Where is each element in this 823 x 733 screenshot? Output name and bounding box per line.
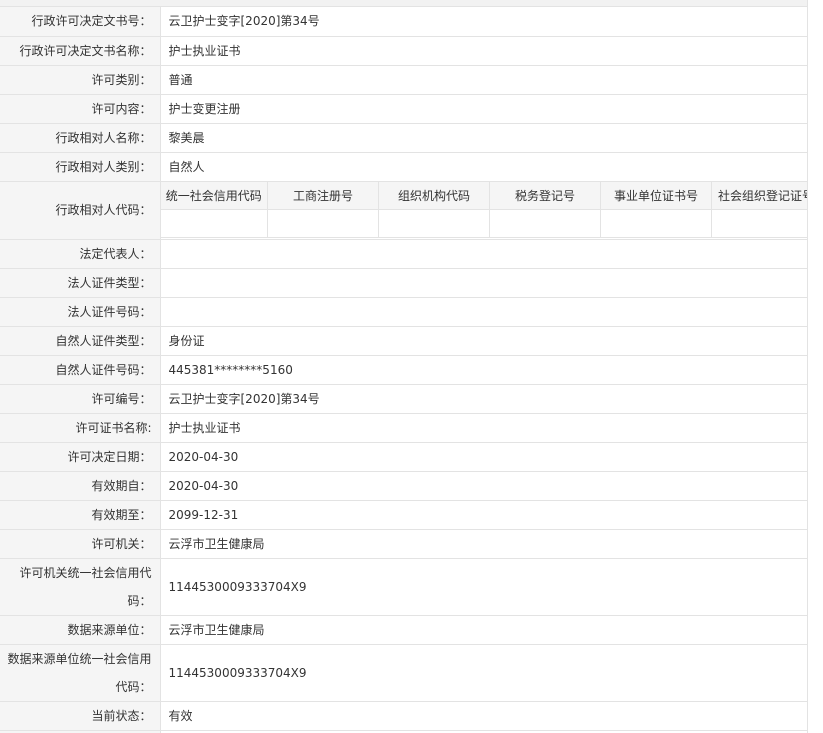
value-person-id-number: 445381********5160 <box>160 355 807 385</box>
row-party-type: 行政相对人类别： 自然人 <box>0 152 807 182</box>
value-authority-credit-code: 1144530009333704X9 <box>160 558 807 616</box>
row-valid-from: 有效期自： 2020-04-30 <box>0 471 807 501</box>
value-business-reg <box>267 209 379 238</box>
label-person-id-type: 自然人证件类型： <box>0 326 161 356</box>
value-certificate-name: 护士执业证书 <box>160 413 807 443</box>
label-legal-id-type: 法人证件类型： <box>0 268 161 298</box>
value-valid-to: 2099-12-31 <box>160 500 807 530</box>
label-party-code: 行政相对人代码： <box>0 181 161 240</box>
value-tax-reg <box>489 209 601 238</box>
header-social-org-cert: 社会组织登记证号 <box>711 181 807 210</box>
label-valid-to: 有效期至： <box>0 500 161 530</box>
value-org-code <box>378 209 490 238</box>
party-code-cell: 统一社会信用代码 工商注册号 组织机构代码 税务登记号 事业单位证书号 社会组织… <box>160 181 807 240</box>
value-source-unit: 云浮市卫生健康局 <box>160 615 807 645</box>
value-legal-id-number <box>160 297 807 327</box>
row-legal-id-number: 法人证件号码： <box>0 297 807 327</box>
party-code-table: 统一社会信用代码 工商注册号 组织机构代码 税务登记号 事业单位证书号 社会组织… <box>160 181 807 238</box>
header-org-code: 组织机构代码 <box>378 181 490 210</box>
value-institution-cert <box>600 209 712 238</box>
value-issuing-authority: 云浮市卫生健康局 <box>160 529 807 559</box>
label-party-name: 行政相对人名称： <box>0 123 161 153</box>
license-info-table: 行政许可决定文书号： 云卫护士变字[2020]第34号 行政许可决定文书名称： … <box>0 7 807 733</box>
value-decision-date: 2020-04-30 <box>160 442 807 472</box>
label-person-id-number: 自然人证件号码： <box>0 355 161 385</box>
value-source-credit-code: 1144530009333704X9 <box>160 644 807 702</box>
label-license-content: 许可内容： <box>0 94 161 124</box>
value-license-content: 护士变更注册 <box>160 94 807 124</box>
label-source-unit: 数据来源单位： <box>0 615 161 645</box>
header-tax-reg: 税务登记号 <box>489 181 601 210</box>
row-decision-date: 许可决定日期： 2020-04-30 <box>0 442 807 472</box>
label-decision-name: 行政许可决定文书名称： <box>0 36 161 66</box>
value-decision-name: 护士执业证书 <box>160 36 807 66</box>
label-certificate-name: 许可证书名称: <box>0 413 161 443</box>
label-party-type: 行政相对人类别： <box>0 152 161 182</box>
header-credit-code: 统一社会信用代码 <box>160 181 268 210</box>
value-license-number: 云卫护士变字[2020]第34号 <box>160 384 807 414</box>
value-valid-from: 2020-04-30 <box>160 471 807 501</box>
license-detail-panel: 行政许可决定文书号： 云卫护士变字[2020]第34号 行政许可决定文书名称： … <box>0 0 808 733</box>
party-code-header-row: 统一社会信用代码 工商注册号 组织机构代码 税务登记号 事业单位证书号 社会组织… <box>160 181 807 210</box>
row-valid-to: 有效期至： 2099-12-31 <box>0 500 807 530</box>
value-license-category: 普通 <box>160 65 807 95</box>
label-decision-number: 行政许可决定文书号： <box>0 7 161 37</box>
label-license-category: 许可类别： <box>0 65 161 95</box>
row-party-code: 行政相对人代码： 统一社会信用代码 工商注册号 组织机构代码 税务登记号 事业单… <box>0 181 807 240</box>
row-current-status: 当前状态： 有效 <box>0 701 807 731</box>
row-certificate-name: 许可证书名称: 护士执业证书 <box>0 413 807 443</box>
value-social-org-cert <box>711 209 807 238</box>
value-party-name: 黎美晨 <box>160 123 807 153</box>
header-institution-cert: 事业单位证书号 <box>600 181 712 210</box>
row-license-content: 许可内容： 护士变更注册 <box>0 94 807 124</box>
row-legal-rep: 法定代表人： <box>0 239 807 269</box>
row-authority-credit-code: 许可机关统一社会信用代码： 1144530009333704X9 <box>0 558 807 616</box>
party-code-value-row <box>160 209 807 238</box>
top-divider <box>0 0 807 7</box>
row-license-number: 许可编号： 云卫护士变字[2020]第34号 <box>0 384 807 414</box>
row-issuing-authority: 许可机关： 云浮市卫生健康局 <box>0 529 807 559</box>
row-person-id-type: 自然人证件类型： 身份证 <box>0 326 807 356</box>
label-valid-from: 有效期自： <box>0 471 161 501</box>
row-source-credit-code: 数据来源单位统一社会信用代码： 1144530009333704X9 <box>0 644 807 702</box>
value-credit-code <box>160 209 268 238</box>
value-legal-rep <box>160 239 807 269</box>
label-legal-id-number: 法人证件号码： <box>0 297 161 327</box>
row-person-id-number: 自然人证件号码： 445381********5160 <box>0 355 807 385</box>
value-decision-number: 云卫护士变字[2020]第34号 <box>160 7 807 37</box>
row-decision-name: 行政许可决定文书名称： 护士执业证书 <box>0 36 807 66</box>
label-current-status: 当前状态： <box>0 701 161 731</box>
value-legal-id-type <box>160 268 807 298</box>
label-license-number: 许可编号： <box>0 384 161 414</box>
value-party-type: 自然人 <box>160 152 807 182</box>
label-decision-date: 许可决定日期： <box>0 442 161 472</box>
party-code-table-wrapper: 统一社会信用代码 工商注册号 组织机构代码 税务登记号 事业单位证书号 社会组织… <box>160 181 807 239</box>
label-source-credit-code: 数据来源单位统一社会信用代码： <box>0 644 161 702</box>
label-authority-credit-code: 许可机关统一社会信用代码： <box>0 558 161 616</box>
header-business-reg: 工商注册号 <box>267 181 379 210</box>
label-legal-rep: 法定代表人： <box>0 239 161 269</box>
row-license-category: 许可类别： 普通 <box>0 65 807 95</box>
label-issuing-authority: 许可机关： <box>0 529 161 559</box>
value-person-id-type: 身份证 <box>160 326 807 356</box>
value-current-status: 有效 <box>160 701 807 731</box>
row-party-name: 行政相对人名称： 黎美晨 <box>0 123 807 153</box>
row-legal-id-type: 法人证件类型： <box>0 268 807 298</box>
row-source-unit: 数据来源单位： 云浮市卫生健康局 <box>0 615 807 645</box>
row-decision-number: 行政许可决定文书号： 云卫护士变字[2020]第34号 <box>0 7 807 37</box>
